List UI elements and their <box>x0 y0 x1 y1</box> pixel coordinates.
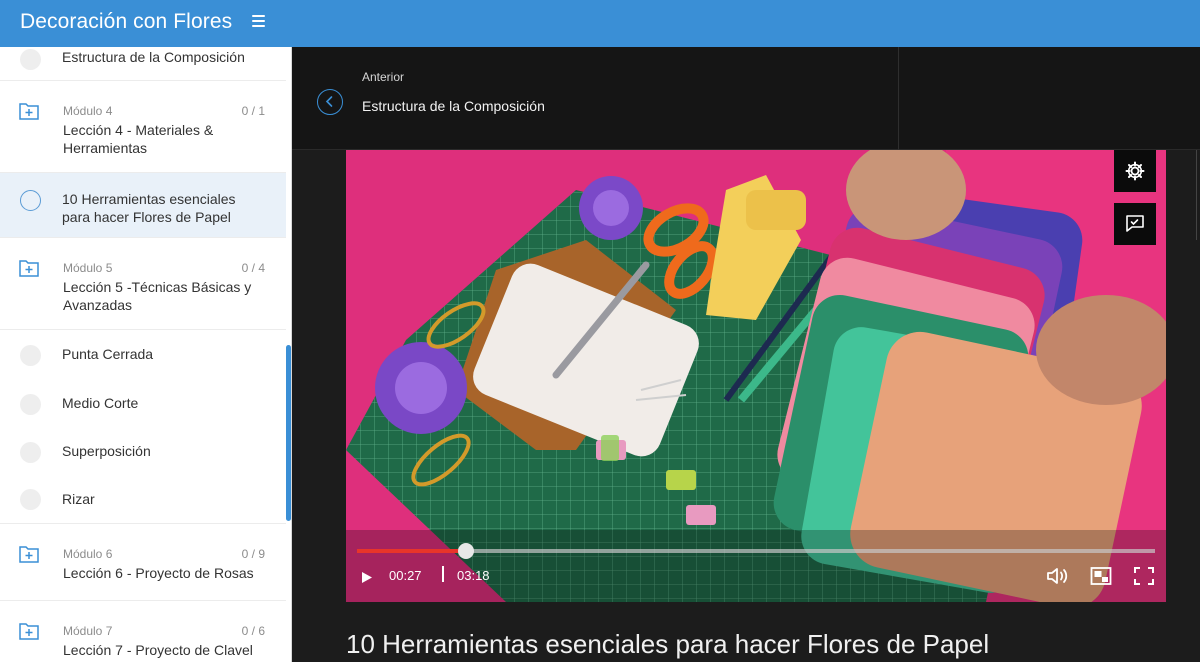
sidebar-module-4[interactable]: Módulo 4 0 / 1 Lección 4 - Materiales & … <box>0 81 286 173</box>
sidebar-lesson-estructura[interactable]: Estructura de la Composición <box>0 47 286 81</box>
fullscreen-icon[interactable] <box>1134 567 1154 585</box>
previous-label: Anterior <box>362 70 405 84</box>
picture-in-picture-icon[interactable] <box>1090 566 1112 586</box>
previous-lesson-title[interactable]: Estructura de la Composición <box>362 98 545 114</box>
video-progress-knob[interactable] <box>457 543 474 559</box>
sidebar-lesson-superposicion[interactable]: Superposición <box>0 425 286 473</box>
folder-plus-icon <box>19 103 39 120</box>
sidebar-module-7[interactable]: Módulo 7 0 / 6 Lección 7 - Proyecto de C… <box>0 601 286 662</box>
lesson-main: Anterior Estructura de la Composición 00… <box>292 47 1200 662</box>
module-name: Módulo 7 <box>63 624 113 638</box>
video-frame <box>346 150 1166 602</box>
settings-icon <box>1125 161 1145 181</box>
app-title: Decoración con Flores <box>20 10 233 33</box>
video-player[interactable]: 00:27 03:18 <box>346 150 1166 602</box>
lesson-status-circle <box>20 394 41 415</box>
current-time: 00:27 <box>389 568 422 583</box>
folder-plus-icon <box>19 623 39 640</box>
feedback-icon <box>1126 215 1144 232</box>
sidebar-module-5[interactable]: Módulo 5 0 / 4 Lección 5 -Técnicas Básic… <box>0 238 286 330</box>
module-name: Módulo 5 <box>63 261 113 275</box>
chevron-left-icon <box>325 96 333 107</box>
folder-plus-icon <box>19 260 39 277</box>
settings-button[interactable] <box>1114 150 1156 192</box>
lesson-label: Estructura de la Composición <box>62 49 245 65</box>
module-title: Lección 6 - Proyecto de Rosas <box>63 565 254 581</box>
module-title: Lección 5 -Técnicas Básicas y Avanzadas <box>63 279 252 313</box>
lesson-label: Rizar <box>62 491 95 507</box>
previous-lesson-button[interactable] <box>317 89 343 115</box>
volume-icon[interactable] <box>1046 566 1070 586</box>
module-title: Lección 7 - Proyecto de Clavel <box>63 642 253 658</box>
module-title: Lección 4 - Materiales & Herramientas <box>63 122 214 156</box>
lesson-title: 10 Herramientas esenciales para hacer Fl… <box>346 629 990 659</box>
sidebar-lesson-medio-corte[interactable]: Medio Corte <box>0 377 286 425</box>
lesson-label: 10 Herramientas esenciales para hacer Fl… <box>62 191 236 225</box>
lesson-status-circle <box>20 489 41 510</box>
video-progress-bar[interactable] <box>357 543 1155 559</box>
lesson-status-circle <box>20 345 41 366</box>
module-progress-count: 0 / 6 <box>241 624 265 638</box>
top-bar: Decoración con Flores <box>0 0 1200 47</box>
feedback-button[interactable] <box>1114 203 1156 245</box>
sidebar-lesson-herramientas[interactable]: 10 Herramientas esenciales para hacer Fl… <box>0 173 286 238</box>
sidebar-module-6[interactable]: Módulo 6 0 / 9 Lección 6 - Proyecto de R… <box>0 524 286 601</box>
folder-plus-icon <box>19 546 39 563</box>
module-progress-count: 0 / 1 <box>241 104 265 118</box>
module-progress-count: 0 / 9 <box>241 547 265 561</box>
hamburger-icon[interactable] <box>252 15 266 28</box>
panel-edge <box>1196 150 1200 240</box>
module-progress-count: 0 / 4 <box>241 261 265 275</box>
divider <box>898 47 899 150</box>
course-sidebar: Estructura de la Composición Módulo 4 0 … <box>0 47 292 662</box>
sidebar-lesson-punta-cerrada[interactable]: Punta Cerrada <box>0 330 286 377</box>
duration: 03:18 <box>457 568 490 583</box>
lesson-label: Medio Corte <box>62 395 139 411</box>
sidebar-scrollbar[interactable] <box>286 345 291 521</box>
time-separator <box>442 566 444 582</box>
video-progress-fill <box>357 549 466 553</box>
lesson-status-circle <box>20 442 41 463</box>
lesson-status-circle <box>20 49 41 70</box>
lesson-label: Punta Cerrada <box>62 346 154 362</box>
lesson-current-circle <box>20 190 41 211</box>
previous-lesson-bar: Anterior Estructura de la Composición <box>292 47 1200 150</box>
module-name: Módulo 4 <box>63 104 113 118</box>
module-name: Módulo 6 <box>63 547 113 561</box>
sidebar-lesson-rizar[interactable]: Rizar <box>0 473 286 524</box>
lesson-label: Superposición <box>62 443 151 459</box>
play-icon[interactable] <box>361 571 373 584</box>
